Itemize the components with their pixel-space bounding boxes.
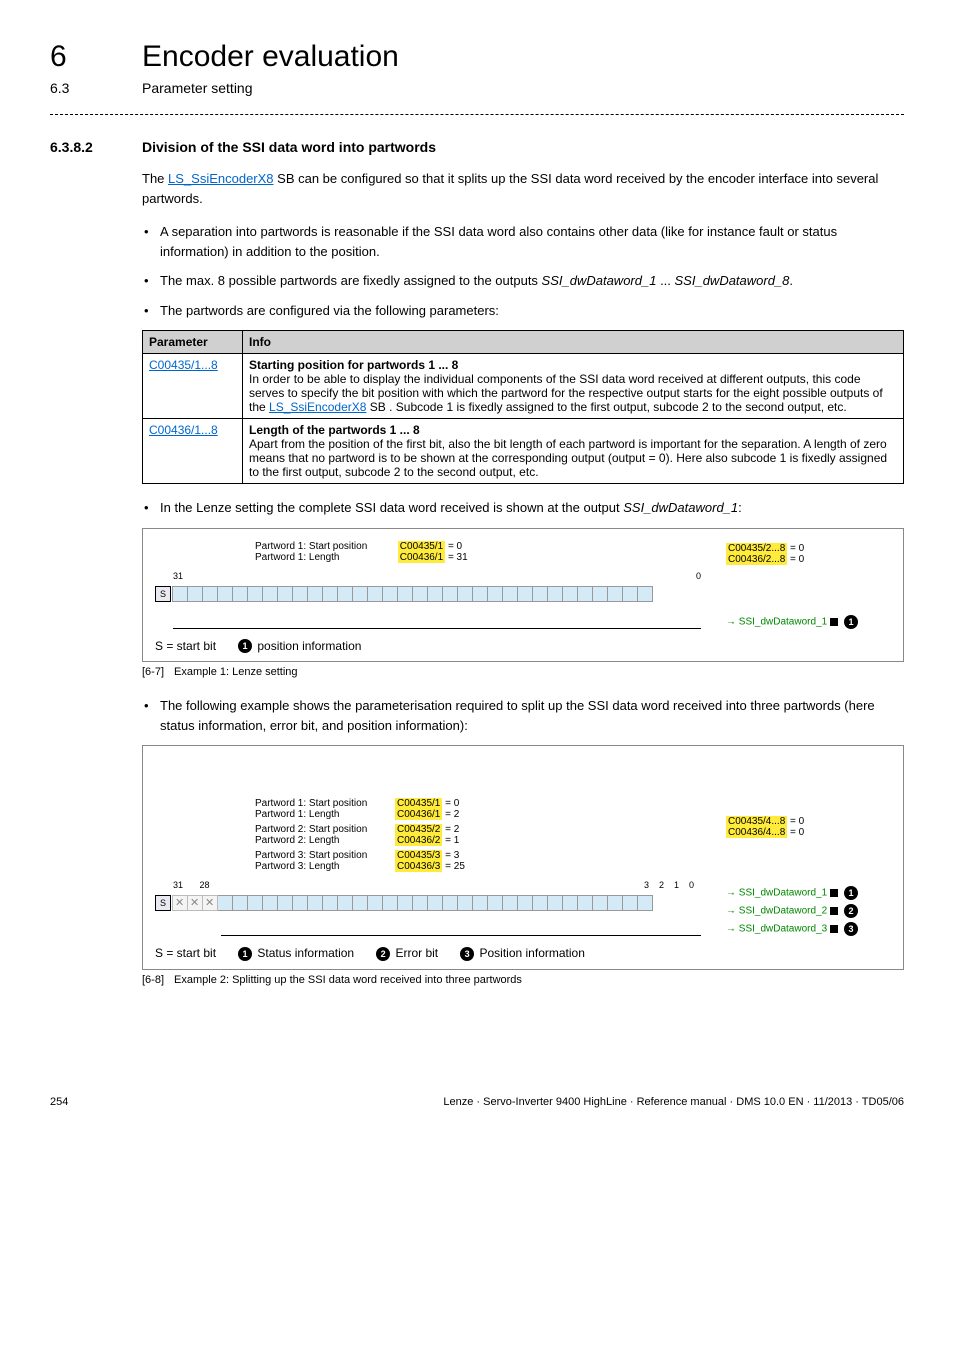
bit-strip-2: S bbox=[155, 892, 701, 914]
diagram2-legend: S = start bit 1 Status information 2 Err… bbox=[155, 946, 891, 961]
bullet-text-after: : bbox=[738, 500, 742, 515]
intro-text-before: The bbox=[142, 171, 168, 186]
page-footer: 254 Lenze · Servo-Inverter 9400 HighLine… bbox=[50, 1096, 904, 1108]
signal-out-2: → SSI_dwDataword_2 2 bbox=[726, 904, 891, 918]
chapter-header: 6 Encoder evaluation bbox=[50, 40, 904, 74]
diagram-1: Partword 1: Start position C00435/1 = 0 … bbox=[142, 528, 904, 663]
bit-cells bbox=[173, 895, 653, 911]
diagram-2: Partword 1: Start positionC00435/1 = 0 P… bbox=[142, 745, 904, 970]
axis-3: 3 bbox=[644, 880, 659, 890]
start-bit: S bbox=[155, 586, 171, 602]
legend-status: Status information bbox=[254, 946, 354, 960]
info-text-after: SB . Subcode 1 is fixedly assigned to th… bbox=[366, 400, 846, 414]
caption-2: [6-8] Example 2: Splitting up the SSI da… bbox=[142, 974, 904, 986]
bullet-italic: SSI_dwDataword_1 bbox=[623, 500, 738, 515]
start-bit: S bbox=[155, 895, 171, 911]
caption-text: Example 1: Lenze setting bbox=[174, 666, 298, 678]
chapter-title: Encoder evaluation bbox=[142, 40, 399, 74]
right-code-1: C00435/2...8 bbox=[726, 543, 787, 554]
info-cell: Starting position for partwords 1 ... 8 … bbox=[243, 354, 904, 419]
signal-out-3: → SSI_dwDataword_3 3 bbox=[726, 922, 891, 936]
doc-info: Lenze · Servo-Inverter 9400 HighLine · R… bbox=[443, 1096, 904, 1108]
axis-0: 0 bbox=[696, 571, 701, 581]
p1-sp-label: Partword 1: Start position bbox=[255, 541, 395, 552]
legend-num-icon: 2 bbox=[376, 947, 390, 961]
divider bbox=[50, 114, 904, 115]
bit-strip: S bbox=[155, 583, 701, 605]
right-val-2: = 0 bbox=[787, 554, 804, 565]
bullet-list-3: The following example shows the paramete… bbox=[142, 696, 904, 735]
info-link[interactable]: LS_SsiEncoderX8 bbox=[269, 400, 366, 414]
bullet-item: The max. 8 possible partwords are fixedl… bbox=[156, 271, 904, 291]
bit-cells bbox=[173, 586, 653, 602]
caption-text: Example 2: Splitting up the SSI data wor… bbox=[174, 974, 522, 986]
chapter-number: 6 bbox=[50, 40, 114, 74]
subsection-number: 6.3 bbox=[50, 80, 114, 96]
bullet-item: A separation into partwords is reasonabl… bbox=[156, 222, 904, 261]
section-title: Division of the SSI data word into partw… bbox=[142, 139, 436, 155]
info-bold: Length of the partwords 1 ... 8 bbox=[249, 423, 420, 437]
table-row: C00436/1...8 Length of the partwords 1 .… bbox=[143, 419, 904, 484]
legend-num-icon: 3 bbox=[460, 947, 474, 961]
signal-out-1: → SSI_dwDataword_1 1 bbox=[726, 886, 891, 900]
axis-31: 31 bbox=[173, 880, 183, 890]
page-number: 254 bbox=[50, 1096, 68, 1108]
axis-31: 31 bbox=[173, 571, 183, 581]
caption-label: [6-7] bbox=[142, 666, 164, 678]
section-heading: 6.3.8.2 Division of the SSI data word in… bbox=[50, 139, 904, 155]
page: 6 Encoder evaluation 6.3 Parameter setti… bbox=[0, 0, 954, 1138]
table-header-row: Parameter Info bbox=[143, 331, 904, 354]
diagram2-param-labels: Partword 1: Start positionC00435/1 = 0 P… bbox=[255, 798, 465, 872]
body-content: The LS_SsiEncoderX8 SB can be configured… bbox=[142, 169, 904, 986]
p1-sp-code: C00435/1 bbox=[398, 541, 445, 552]
caption-1: [6-7] Example 1: Lenze setting bbox=[142, 666, 904, 678]
axis-1: 1 bbox=[674, 880, 689, 890]
info-text: Apart from the position of the first bit… bbox=[249, 437, 887, 479]
bullet-item: In the Lenze setting the complete SSI da… bbox=[156, 498, 904, 518]
table-row: C00435/1...8 Starting position for partw… bbox=[143, 354, 904, 419]
legend-error: Error bit bbox=[392, 946, 438, 960]
bullet-list-2: In the Lenze setting the complete SSI da… bbox=[142, 498, 904, 518]
info-cell: Length of the partwords 1 ... 8 Apart fr… bbox=[243, 419, 904, 484]
intro-bullets: A separation into partwords is reasonabl… bbox=[142, 222, 904, 320]
bullet-item: The following example shows the paramete… bbox=[156, 696, 904, 735]
legend-num-icon: 1 bbox=[238, 639, 252, 653]
axis-0: 0 bbox=[689, 880, 701, 890]
param-cell: C00435/1...8 bbox=[143, 354, 243, 419]
axis-2: 2 bbox=[659, 880, 674, 890]
diagram-right-col: C00435/2...8 = 0 C00436/2...8 = 0 → SSI_… bbox=[726, 543, 891, 629]
p1-sp-val: = 0 bbox=[448, 541, 462, 552]
legend-start-bit: S = start bit bbox=[155, 946, 216, 960]
bullet-text-before: In the Lenze setting the complete SSI da… bbox=[160, 500, 623, 515]
legend-start-bit: S = start bit bbox=[155, 639, 216, 653]
legend-num-icon: 1 bbox=[238, 947, 252, 961]
table-header: Info bbox=[243, 331, 904, 354]
p1-len-code: C00436/1 bbox=[398, 552, 445, 563]
p1-len-label: Partword 1: Length bbox=[255, 552, 395, 563]
right-code-2: C00436/2...8 bbox=[726, 554, 787, 565]
param-link[interactable]: C00436/1...8 bbox=[149, 423, 218, 437]
info-bold: Starting position for partwords 1 ... 8 bbox=[249, 358, 458, 372]
bullet-item: The partwords are configured via the fol… bbox=[156, 301, 904, 321]
legend-position: position information bbox=[254, 639, 361, 653]
subsection-title: Parameter setting bbox=[142, 80, 253, 96]
table-header: Parameter bbox=[143, 331, 243, 354]
right-val-1: = 0 bbox=[787, 543, 804, 554]
diagram-legend: S = start bit 1 position information bbox=[155, 639, 891, 654]
caption-label: [6-8] bbox=[142, 974, 164, 986]
diagram2-right-col: C00435/4...8 = 0 C00436/4...8 = 0 → SSI_… bbox=[726, 758, 891, 936]
param-cell: C00436/1...8 bbox=[143, 419, 243, 484]
ssi-encoder-link[interactable]: LS_SsiEncoderX8 bbox=[168, 171, 274, 186]
legend-position: Position information bbox=[476, 946, 585, 960]
p1-len-val: = 31 bbox=[448, 552, 468, 563]
subsection-header: 6.3 Parameter setting bbox=[50, 80, 904, 96]
section-number: 6.3.8.2 bbox=[50, 139, 114, 155]
axis-28: 28 bbox=[183, 880, 226, 890]
signal-out-1: → SSI_dwDataword_1 1 bbox=[726, 615, 891, 629]
param-link[interactable]: C00435/1...8 bbox=[149, 358, 218, 372]
intro-paragraph: The LS_SsiEncoderX8 SB can be configured… bbox=[142, 169, 904, 208]
parameter-table: Parameter Info C00435/1...8 Starting pos… bbox=[142, 330, 904, 484]
diagram-param-labels: Partword 1: Start position C00435/1 = 0 … bbox=[255, 541, 468, 563]
